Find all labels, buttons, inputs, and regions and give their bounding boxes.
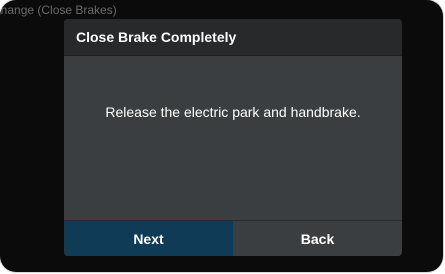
close-brake-dialog: Close Brake Completely Release the elect… [64, 19, 402, 256]
back-button[interactable]: Back [233, 221, 402, 256]
dialog-title: Close Brake Completely [76, 29, 237, 45]
background-screen-title: Change (Close Brakes) [0, 3, 117, 17]
next-button[interactable]: Next [64, 221, 233, 256]
dialog-message: Release the electric park and handbrake. [105, 104, 361, 120]
dialog-footer: Next Back [64, 220, 402, 256]
dialog-body: Release the electric park and handbrake. [64, 56, 402, 220]
device-screen: Change (Close Brakes) Close Brake Comple… [0, 0, 443, 272]
dialog-header: Close Brake Completely [64, 19, 402, 56]
